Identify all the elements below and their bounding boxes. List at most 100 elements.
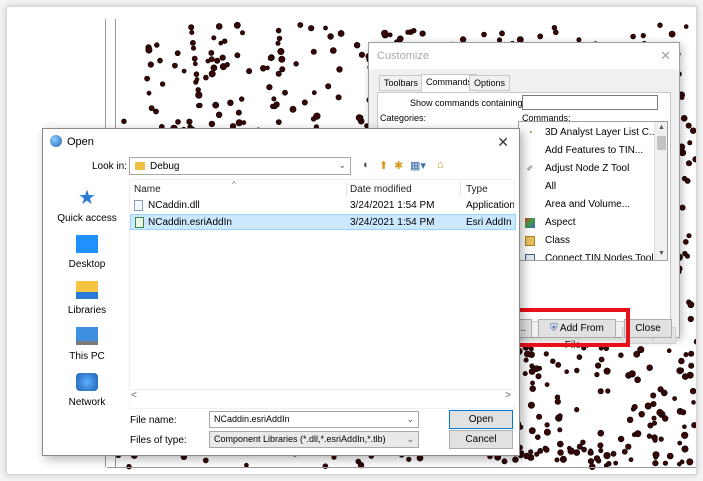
map-point [681,431,689,439]
map-point [680,115,688,122]
map-point [679,95,685,101]
commands-scrollbar[interactable]: ▲ ▼ [654,122,667,260]
map-point [191,55,198,62]
list-item[interactable]: ✐ Adjust Node Z Tool [519,160,655,178]
scroll-left-icon[interactable]: < [131,390,137,401]
map-point [543,446,550,453]
map-point [678,357,685,365]
list-item[interactable]: Aspect [519,214,655,232]
map-point [683,352,689,358]
map-point [145,46,153,54]
look-in-label: Look in: [92,161,128,172]
tools-icon[interactable]: ⌂ [437,159,444,171]
map-point [605,388,611,394]
map-point [631,403,638,410]
place-quick-access[interactable]: ★ Quick access [47,188,127,229]
list-item[interactable]: All [519,178,655,196]
map-point [308,25,315,32]
map-point [481,31,487,38]
file-row[interactable]: NCaddin.dll 3/24/2021 1:54 PM Applicatio… [130,198,516,214]
list-item[interactable]: Connect TIN Nodes Tool [519,250,655,260]
map-point [353,41,361,49]
map-point [275,40,281,46]
map-point [678,367,685,373]
map-point [501,458,508,465]
scroll-thumb[interactable] [657,136,666,150]
scroll-down-icon[interactable]: ▼ [655,248,667,260]
places-bar: ★ Quick access Desktop Libraries This PC… [47,179,127,415]
map-point [235,109,242,116]
map-point [557,449,564,456]
look-in-dropdown[interactable]: Debug ⌄ [129,157,351,175]
view-menu-icon[interactable]: ▦▾ [410,159,426,172]
map-point [574,367,580,374]
map-point [121,118,127,125]
list-item[interactable]: ◔ 3D Analyst Layer List C... [519,124,658,142]
files-of-type-dropdown[interactable]: Component Libraries (*.dll,*.esriAddIn,*… [209,431,419,448]
map-point [650,392,657,399]
map-point [194,77,200,82]
chevron-down-icon: ⌄ [338,160,346,170]
map-point [666,348,672,354]
map-point [530,380,535,386]
class-icon [525,236,535,246]
map-point [325,83,332,90]
map-point [189,29,195,35]
back-icon[interactable]: ◐ [363,159,370,171]
file-list[interactable]: Name ^ Date modified Type NCaddin.dll 3/… [129,179,516,409]
map-point [626,416,634,423]
place-desktop[interactable]: Desktop [47,235,127,275]
chevron-down-icon: ⌄ [406,434,414,444]
close-icon[interactable]: ✕ [660,48,671,64]
map-point [681,445,689,453]
map-point [567,447,575,455]
files-of-type-label: Files of type: [130,435,187,446]
column-header-name[interactable]: Name [134,184,161,195]
scroll-right-icon[interactable]: > [505,390,511,401]
customize-title: Customize [377,50,429,62]
map-point [692,156,696,163]
list-item[interactable]: Class [519,232,655,250]
tab-options[interactable]: Options [469,75,511,91]
map-point [621,448,628,455]
file-list-scrollbar[interactable]: < > [129,389,515,403]
column-header-type[interactable]: Type [466,184,488,195]
map-point [661,415,669,422]
scroll-up-icon[interactable]: ▲ [655,122,667,134]
file-name-input[interactable]: NCaddin.esriAddIn ⌄ [209,411,419,428]
map-point [146,90,152,96]
map-point [644,402,652,410]
commands-list[interactable]: ◔ 3D Analyst Layer List C... Add Feature… [518,121,668,261]
tab-toolbars[interactable]: Toolbars [379,75,424,91]
map-point [186,118,193,125]
customize-titlebar: Customize ✕ [369,43,679,69]
map-point [499,30,505,37]
column-header-date[interactable]: Date modified [350,184,412,195]
list-item[interactable]: Area and Volume... [519,196,655,214]
map-point [405,29,411,35]
map-point [311,90,317,96]
list-item[interactable]: Add Features to TIN... [519,142,655,160]
place-libraries[interactable]: Libraries [47,281,127,321]
map-point [240,30,246,36]
close-button[interactable]: Close [624,319,672,338]
map-point [154,42,160,48]
map-point [576,354,583,360]
new-folder-icon[interactable]: ✱ [394,159,403,172]
place-network[interactable]: Network [47,373,127,413]
map-point [687,301,695,309]
cancel-button[interactable]: Cancel [449,430,513,449]
map-point [323,25,328,31]
file-row-selected[interactable]: NCaddin.esriAddIn 3/24/2021 1:54 PM Esri… [130,214,516,230]
up-folder-icon[interactable]: ⬆ [379,159,388,172]
map-point [522,371,528,377]
chevron-down-icon[interactable]: ⌄ [406,414,414,425]
map-point [634,376,641,384]
map-point [275,119,282,125]
place-this-pc[interactable]: This PC [47,327,127,367]
map-point [687,315,694,323]
open-button[interactable]: Open [449,410,513,429]
close-icon[interactable]: ✕ [497,134,509,151]
map-point [528,346,534,352]
show-commands-input[interactable] [522,95,658,110]
